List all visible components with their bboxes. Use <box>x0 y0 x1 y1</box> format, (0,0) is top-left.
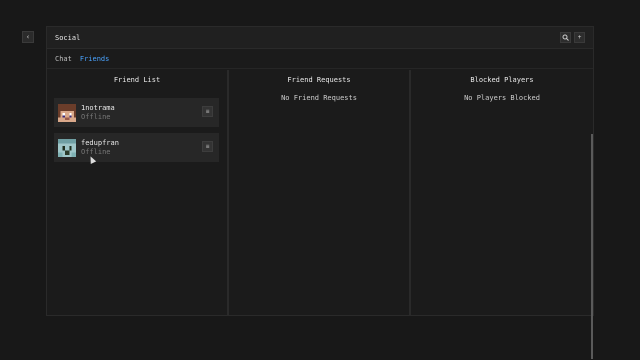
friend-info: fedupfran Offline <box>81 139 119 157</box>
blocked-players-column: Blocked Players No Players Blocked <box>411 70 593 359</box>
add-friend-button[interactable]: + <box>574 32 585 43</box>
friend-info: 1notrama Offline <box>81 104 115 122</box>
columns: Friend List 1notrama Offline ≡ fedupfran… <box>47 70 593 359</box>
search-button[interactable] <box>560 32 571 43</box>
menu-icon: ≡ <box>205 143 210 150</box>
social-window: Social + Chat Friends Friend List 1notra… <box>46 26 594 359</box>
chevron-left-icon: ‹ <box>25 33 31 41</box>
plus-icon: + <box>577 34 582 41</box>
avatar <box>58 103 76 122</box>
friend-requests-heading: Friend Requests <box>287 76 351 84</box>
friend-requests-empty: No Friend Requests <box>281 94 357 102</box>
window-title: Social <box>55 33 81 42</box>
avatar <box>58 138 76 157</box>
tab-friends[interactable]: Friends <box>80 55 110 63</box>
tab-bar: Chat Friends <box>47 49 593 69</box>
friend-status: Offline <box>81 147 111 156</box>
back-button[interactable]: ‹ <box>22 31 34 43</box>
menu-icon: ≡ <box>205 108 210 115</box>
search-icon <box>562 34 569 41</box>
friend-name: 1notrama <box>81 103 115 112</box>
friend-name: fedupfran <box>81 138 119 147</box>
friend-entry[interactable]: 1notrama Offline ≡ <box>54 98 219 127</box>
friend-menu-button[interactable]: ≡ <box>202 141 213 152</box>
friend-list-column: Friend List 1notrama Offline ≡ fedupfran… <box>47 70 229 315</box>
friend-menu-button[interactable]: ≡ <box>202 106 213 117</box>
tab-chat[interactable]: Chat <box>55 55 72 63</box>
blocked-players-empty: No Players Blocked <box>464 94 540 102</box>
friend-entry[interactable]: fedupfran Offline ≡ <box>54 133 219 162</box>
friend-requests-column: Friend Requests No Friend Requests <box>229 70 411 315</box>
friend-list-heading: Friend List <box>113 76 161 84</box>
titlebar: Social + <box>47 27 593 49</box>
scrollbar[interactable] <box>591 134 593 359</box>
blocked-players-heading: Blocked Players <box>470 76 534 84</box>
friend-status: Offline <box>81 112 111 121</box>
